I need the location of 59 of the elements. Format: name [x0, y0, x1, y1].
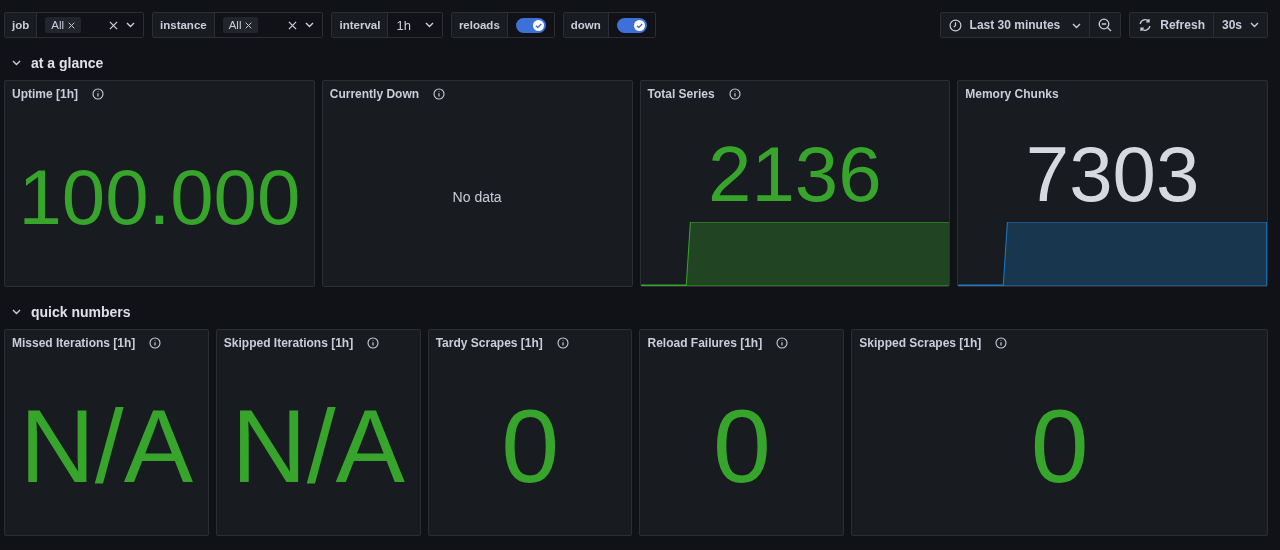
clear-icon[interactable]	[109, 20, 119, 30]
stat-value: N/A	[19, 393, 194, 498]
panel-title: Total Series	[647, 87, 715, 101]
remove-icon[interactable]	[68, 21, 76, 29]
clock-icon	[948, 18, 962, 32]
info-icon[interactable]	[995, 337, 1008, 349]
panel-title: Missed Iterations [1h]	[12, 336, 136, 350]
panel-title: Uptime [1h]	[12, 87, 78, 101]
toggle-switch[interactable]	[616, 17, 647, 33]
select-value: 1h	[396, 17, 411, 33]
panel-title: Skipped Iterations [1h]	[223, 336, 354, 350]
row-title: quick numbers	[31, 304, 131, 320]
variable-picker[interactable]: interval 1h	[331, 12, 443, 38]
variable-picker[interactable]: instance All	[152, 12, 324, 38]
info-icon[interactable]	[776, 337, 789, 349]
chevron-down-icon	[1250, 22, 1259, 28]
selected-chip[interactable]: All	[45, 17, 82, 33]
panel-title: Skipped Scrapes [1h]	[859, 336, 982, 350]
chevron-down-icon	[1072, 23, 1082, 29]
stat-value: 100.000	[18, 157, 301, 236]
info-icon[interactable]	[92, 88, 104, 100]
zoom-out-button[interactable]	[1089, 13, 1121, 37]
no-data-message: No data	[452, 188, 502, 205]
panel-title: Memory Chunks	[965, 87, 1059, 101]
variable-label: down	[563, 13, 609, 37]
variable-label: instance	[153, 13, 215, 37]
chevron-down-icon	[126, 22, 136, 28]
info-icon[interactable]	[433, 88, 446, 100]
stat-value: 0	[713, 393, 771, 498]
panel-title: Currently Down	[329, 87, 420, 101]
info-icon[interactable]	[556, 337, 569, 349]
toggle-switch[interactable]	[515, 17, 546, 33]
panel-title: Tardy Scrapes [1h]	[435, 336, 543, 350]
variable-picker[interactable]: job All	[4, 12, 145, 38]
info-icon[interactable]	[728, 88, 741, 100]
clear-icon[interactable]	[288, 20, 298, 30]
chevron-down-icon	[12, 60, 21, 66]
row-title: at a glance	[31, 55, 104, 71]
variable-label: reloads	[451, 13, 508, 37]
row-header[interactable]: quick numbers	[12, 301, 1280, 323]
row-header[interactable]: at a glance	[12, 52, 1280, 74]
variable-label: job	[5, 13, 38, 37]
selected-chip[interactable]: All	[222, 17, 259, 33]
remove-icon[interactable]	[245, 21, 253, 29]
stat-value: 7303	[1025, 135, 1200, 213]
refresh-interval-picker[interactable]: 30s	[1212, 13, 1267, 37]
stat-value: 0	[501, 393, 559, 498]
chevron-down-icon	[424, 22, 434, 28]
stat-value: N/A	[231, 393, 405, 498]
info-icon[interactable]	[149, 337, 162, 349]
chevron-down-icon	[305, 22, 315, 28]
variable-label: interval	[332, 13, 389, 37]
chevron-down-icon	[12, 309, 21, 315]
stat-value: 2136	[708, 135, 882, 213]
zoom-out-icon	[1098, 18, 1113, 32]
refresh-icon	[1138, 18, 1153, 32]
info-icon[interactable]	[367, 337, 380, 349]
stat-value: 0	[1030, 393, 1089, 498]
panel-title: Reload Failures [1h]	[647, 336, 763, 350]
